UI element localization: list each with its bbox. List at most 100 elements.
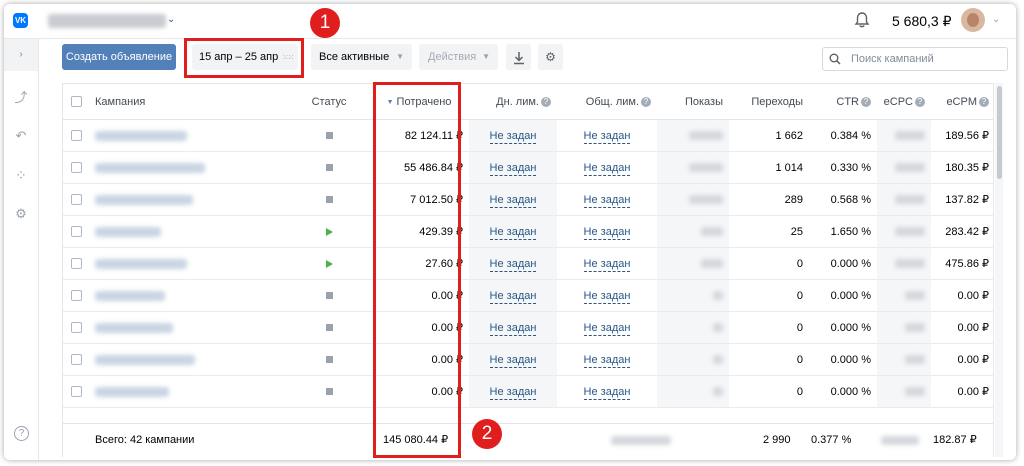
actions-select[interactable]: Действия ▼ [419,44,498,70]
column-campaign[interactable]: Кампания [89,84,289,120]
column-clicks[interactable]: Переходы [729,84,809,120]
total-limit-cell[interactable]: Не задан [557,247,657,280]
total-limit-cell[interactable]: Не задан [557,119,657,152]
download-button[interactable] [506,44,531,70]
total-limit-cell[interactable]: Не задан [557,279,657,312]
campaign-name-blurred[interactable] [95,194,193,205]
settings-button[interactable]: ⚙ [538,44,563,70]
total-limit-cell[interactable]: Не задан [557,343,657,376]
campaign-name-blurred[interactable] [95,322,173,333]
day-limit-link[interactable]: Не задан [489,161,537,176]
row-checkbox-cell[interactable] [63,183,89,216]
row-checkbox-cell[interactable] [63,119,89,152]
select-all-checkbox[interactable] [70,96,82,108]
play-icon[interactable] [325,227,333,236]
total-limit-link[interactable]: Не задан [583,321,631,336]
search-input[interactable]: Поиск кампаний [822,47,1008,71]
bell-icon[interactable] [853,11,871,29]
day-limit-link[interactable]: Не задан [489,225,537,240]
account-name-blurred[interactable] [48,14,166,28]
total-limit-cell[interactable]: Не задан [557,183,657,216]
avatar[interactable] [961,8,985,32]
campaign-name-cell[interactable] [89,279,289,312]
day-limit-cell[interactable]: Не задан [469,343,557,376]
total-limit-link[interactable]: Не задан [583,193,631,208]
row-checkbox[interactable] [70,258,82,270]
table-row[interactable]: 0.00 ₽ Не задан Не задан 0 0.000 % 0.00 ₽ [63,311,993,344]
row-checkbox[interactable] [70,386,82,398]
day-limit-link[interactable]: Не задан [489,129,537,144]
day-limit-link[interactable]: Не задан [489,193,537,208]
total-limit-link[interactable]: Не задан [583,353,631,368]
total-limit-link[interactable]: Не задан [583,385,631,400]
campaign-name-blurred[interactable] [95,162,205,173]
column-spent[interactable]: ▼ Потрачено [369,84,469,120]
row-checkbox-cell[interactable] [63,247,89,280]
chevron-down-icon[interactable]: ⌄ [167,14,175,25]
row-checkbox-cell[interactable] [63,343,89,376]
help-icon[interactable]: ? [541,96,551,107]
total-limit-cell[interactable]: Не задан [557,215,657,248]
day-limit-cell[interactable]: Не задан [469,151,557,184]
row-checkbox[interactable] [70,162,82,174]
table-row[interactable]: 27.60 ₽ Не задан Не задан 0 0.000 % 475.86 ₽ [63,247,993,280]
day-limit-cell[interactable]: Не задан [469,215,557,248]
column-total-limit[interactable]: Общ. лим.? [557,84,657,120]
table-row[interactable]: 0.00 ₽ Не задан Не задан 0 0.000 % 0.00 ₽ [63,375,993,408]
day-limit-cell[interactable]: Не задан [469,247,557,280]
total-limit-link[interactable]: Не задан [583,257,631,272]
total-limit-link[interactable]: Не задан [583,289,631,304]
stop-icon[interactable] [325,388,333,396]
row-checkbox[interactable] [70,290,82,302]
campaign-name-blurred[interactable] [95,290,165,301]
campaign-name-blurred[interactable] [95,386,169,397]
row-checkbox[interactable] [70,226,82,238]
sidebar-expand-button[interactable]: › [4,39,38,71]
help-icon[interactable]: ? [861,96,871,107]
campaign-name-cell[interactable] [89,247,289,280]
chevron-down-icon[interactable]: ⌄ [992,14,1000,25]
play-icon[interactable] [325,259,333,268]
row-checkbox[interactable] [70,322,82,334]
row-checkbox-cell[interactable] [63,279,89,312]
create-ad-button[interactable]: Создать объявление [62,44,176,70]
row-checkbox-cell[interactable] [63,311,89,344]
row-checkbox[interactable] [70,354,82,366]
campaign-name-cell[interactable] [89,343,289,376]
stop-icon[interactable] [325,164,333,172]
stop-icon[interactable] [325,356,333,364]
help-icon[interactable]: ? [915,96,925,107]
campaign-name-cell[interactable] [89,183,289,216]
day-limit-cell[interactable]: Не задан [469,375,557,408]
stop-icon[interactable] [325,292,333,300]
day-limit-cell[interactable]: Не задан [469,183,557,216]
table-row[interactable]: 82 124.11 ₽ Не задан Не задан 1 662 0.384 % 1… [63,119,993,152]
campaign-name-blurred[interactable] [95,354,195,365]
column-day-limit[interactable]: Дн. лим.? [469,84,557,120]
row-checkbox[interactable] [70,130,82,142]
stop-icon[interactable] [325,132,333,140]
column-ctr[interactable]: CTR? [809,84,877,120]
help-icon[interactable]: ? [979,96,989,107]
column-status[interactable]: Статус [289,84,369,120]
day-limit-cell[interactable]: Не задан [469,119,557,152]
undo-icon[interactable]: ↶ [13,128,29,144]
campaign-name-cell[interactable] [89,215,289,248]
total-limit-cell[interactable]: Не задан [557,375,657,408]
row-checkbox[interactable] [70,194,82,206]
apps-icon[interactable]: ⁘ [13,167,29,183]
campaign-name-cell[interactable] [89,311,289,344]
total-limit-link[interactable]: Не задан [583,129,631,144]
table-row[interactable]: 429.39 ₽ Не задан Не задан 25 1.650 % 283.42 … [63,215,993,248]
stop-icon[interactable] [325,324,333,332]
status-filter-select[interactable]: Все активные ▼ [311,44,412,70]
day-limit-link[interactable]: Не задан [489,289,537,304]
table-row[interactable]: 0.00 ₽ Не задан Не задан 0 0.000 % 0.00 ₽ [63,279,993,312]
total-limit-link[interactable]: Не задан [583,225,631,240]
table-row[interactable]: 0.00 ₽ Не задан Не задан 0 0.000 % 0.00 ₽ [63,343,993,376]
stop-icon[interactable] [325,196,333,204]
row-checkbox-cell[interactable] [63,375,89,408]
vk-logo[interactable]: VK [13,13,28,28]
table-row[interactable]: 55 486.84 ₽ Не задан Не задан 1 014 0.330 % 1… [63,151,993,184]
column-ecpm[interactable]: eCPM? [931,84,993,120]
